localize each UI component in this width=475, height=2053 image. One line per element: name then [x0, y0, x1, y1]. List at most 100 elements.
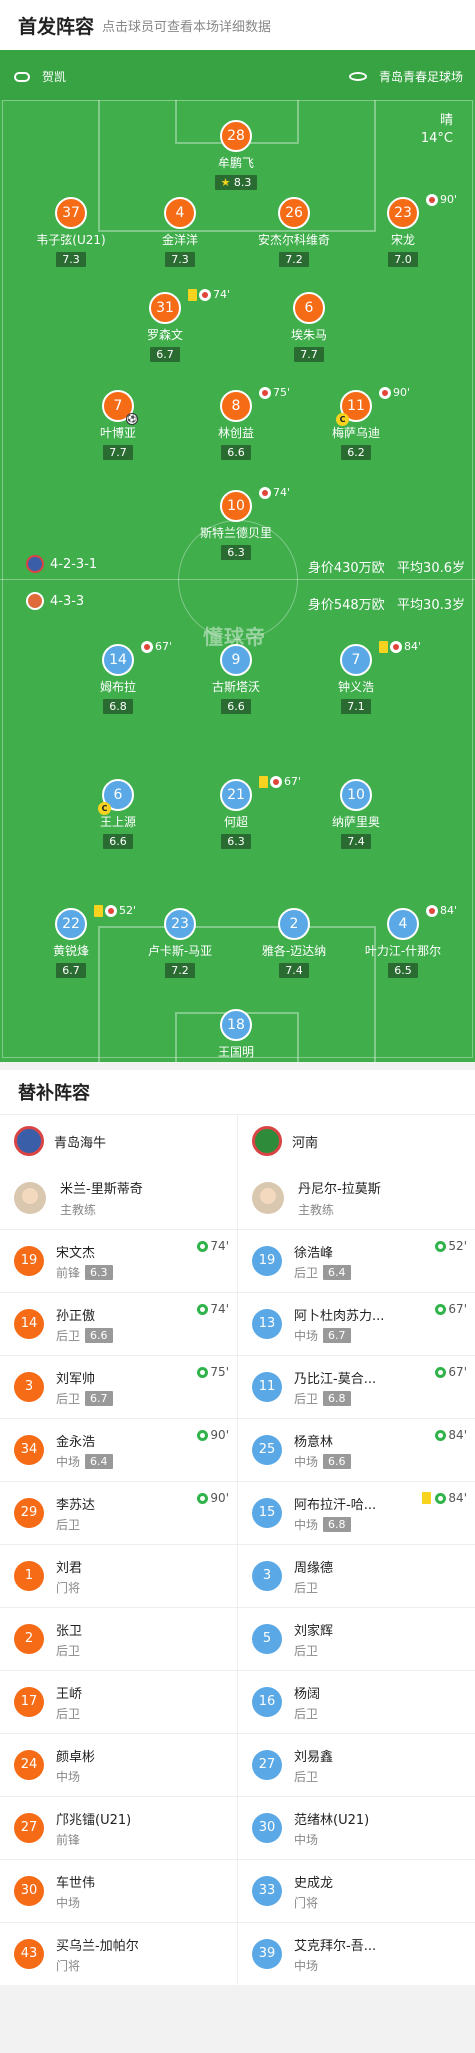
- sub-player-row[interactable]: 5 刘家辉 后卫: [238, 1607, 475, 1670]
- sub-player-row[interactable]: 15 阿布拉汗-哈... 中场 6.8 84': [238, 1481, 475, 1544]
- player-number: 31: [156, 300, 174, 316]
- sub-player-row[interactable]: 14 孙正傲 后卫 6.6 74': [0, 1292, 237, 1355]
- substitution-on-icon: [197, 1492, 209, 1504]
- player-number: 11: [347, 398, 365, 414]
- substitution-off-icon: [259, 486, 271, 499]
- player-marker[interactable]: 26 安杰尔科维奇 7.2: [239, 197, 349, 267]
- sub-player-row[interactable]: 39 艾克拜尔-吾... 中场: [238, 1922, 475, 1985]
- player-marker[interactable]: 21 67' 何超 6.3: [181, 775, 301, 849]
- player-rating: 7.7: [294, 347, 324, 362]
- home-subs-team[interactable]: 青岛海牛: [0, 1115, 237, 1167]
- sub-player-row[interactable]: 34 金永浩 中场 6.4 90': [0, 1418, 237, 1481]
- player-name: 斯特兰德贝里: [199, 526, 272, 540]
- player-rating: 7.7: [103, 445, 133, 460]
- player-marker[interactable]: 18王国明6.2: [181, 1009, 291, 1062]
- sub-number-circle: 25: [252, 1435, 282, 1465]
- player-number-circle: 9: [220, 644, 252, 676]
- star-icon: ★: [220, 176, 234, 189]
- sub-on-time: 84': [422, 1491, 467, 1505]
- player-marker[interactable]: 4 84' 叶力江-什那尔 6.5: [348, 904, 458, 978]
- sub-player-row[interactable]: 24 颜卓彬 中场: [0, 1733, 237, 1796]
- player-marker[interactable]: 37 韦子弦(U21) 7.3: [16, 197, 126, 267]
- sub-player-row[interactable]: 3 周缘德 后卫: [238, 1544, 475, 1607]
- player-marker[interactable]: 10 纳萨里奥 7.4: [301, 779, 411, 849]
- sub-position-text: 后卫: [294, 1643, 319, 1658]
- sub-player-row[interactable]: 13 阿卜杜肉苏力... 中场 6.7 67': [238, 1292, 475, 1355]
- sub-player-row[interactable]: 25 杨意林 中场 6.6 84': [238, 1418, 475, 1481]
- player-number-circle: 7: [340, 644, 372, 676]
- coach-avatar: [252, 1182, 284, 1214]
- sub-player-row[interactable]: 17 王峤 后卫: [0, 1670, 237, 1733]
- player-name: 黄锐烽: [52, 944, 89, 958]
- sub-player-row[interactable]: 2 张卫 后卫: [0, 1607, 237, 1670]
- player-marker[interactable]: 4 金洋洋 7.3: [125, 197, 235, 267]
- sub-position: 后卫 6.8: [294, 1390, 376, 1407]
- substitution-on-icon: [435, 1240, 447, 1252]
- player-marker[interactable]: 23 90' 宋龙 7.0: [348, 193, 458, 267]
- stadium-icon: [348, 72, 367, 81]
- rating-value: 8.3: [233, 176, 252, 189]
- away-coach[interactable]: 丹尼尔-拉莫斯 主教练: [238, 1167, 475, 1229]
- sub-player-row[interactable]: 30 车世伟 中场: [0, 1859, 237, 1922]
- player-marker[interactable]: 7 84' 钟义浩 7.1: [301, 640, 421, 714]
- player-marker[interactable]: 6 埃朱马 7.7: [254, 292, 364, 362]
- sub-player-name: 宋文杰: [56, 1245, 96, 1261]
- sub-player-row[interactable]: 11 乃比江-莫合... 后卫 6.8 67': [238, 1355, 475, 1418]
- substitution-off-icon: [426, 193, 438, 206]
- yellow-card-icon: [422, 1492, 432, 1504]
- home-coach[interactable]: 米兰-里斯蒂奇 主教练: [0, 1167, 237, 1229]
- player-marker[interactable]: 9 古斯塔沃 6.6: [181, 644, 291, 714]
- sub-player-row[interactable]: 29 李苏达 后卫 90': [0, 1481, 237, 1544]
- sub-player-row[interactable]: 30 范绪林(U21) 中场: [238, 1796, 475, 1859]
- sub-on-time: 74': [197, 1239, 229, 1253]
- sub-info: 宋文杰 前锋 6.3: [56, 1242, 113, 1281]
- sub-player-row[interactable]: 1 刘君 门将: [0, 1544, 237, 1607]
- away-subs-team[interactable]: 河南: [238, 1115, 475, 1167]
- sub-player-row[interactable]: 27 邝兆镭(U21) 前锋: [0, 1796, 237, 1859]
- sub-player-name: 范绪林(U21): [294, 1812, 370, 1828]
- sub-info: 刘君 门将: [56, 1557, 82, 1596]
- yellow-card-icon: [379, 640, 388, 653]
- player-marker[interactable]: 31 74' 罗森文 6.7: [110, 288, 230, 362]
- sub-player-row[interactable]: 3 刘军帅 后卫 6.7 75': [0, 1355, 237, 1418]
- sub-time-text: 75': [210, 1365, 229, 1379]
- sub-player-row[interactable]: 19 徐浩峰 后卫 6.4 52': [238, 1229, 475, 1292]
- player-marker[interactable]: 7 ⚽ 叶博亚 7.7: [63, 390, 173, 460]
- sub-time-text: 67': [448, 1365, 467, 1379]
- event-time: 84': [440, 904, 458, 917]
- player-marker[interactable]: 28 牟鹏飞 ★ 8.3: [181, 120, 291, 190]
- player-rating: 7.4: [279, 963, 309, 978]
- sub-info: 颜卓彬 中场: [56, 1746, 95, 1785]
- player-marker[interactable]: 11 C 90' 梅萨乌迪 6.2: [301, 386, 411, 460]
- sub-player-row[interactable]: 19 宋文杰 前锋 6.3 74': [0, 1229, 237, 1292]
- sub-player-row[interactable]: 43 买乌兰-加帕尔 门将: [0, 1922, 237, 1985]
- substitution-on-icon: [197, 1303, 209, 1315]
- sub-number-circle: 27: [14, 1813, 44, 1843]
- rating-value: 7.0: [394, 253, 412, 266]
- sub-position: 门将: [56, 1579, 82, 1596]
- player-marker[interactable]: 2 雅各-迈达纳 7.4: [239, 908, 349, 978]
- player-marker[interactable]: 8 75' 林创益 6.6: [181, 386, 291, 460]
- sub-position: 后卫 6.7: [56, 1390, 113, 1407]
- player-marker[interactable]: 22 52' 黄锐烽 6.7: [16, 904, 136, 978]
- sub-number-circle: 29: [14, 1498, 44, 1528]
- sub-player-name: 买乌兰-加帕尔: [56, 1938, 139, 1954]
- sub-number-circle: 14: [14, 1309, 44, 1339]
- sub-number-circle: 16: [252, 1687, 282, 1717]
- sub-info: 李苏达 后卫: [56, 1494, 95, 1533]
- player-marker[interactable]: 14 67' 姆布拉 6.8: [63, 640, 173, 714]
- sub-player-name: 周缘德: [294, 1560, 334, 1576]
- sub-player-row[interactable]: 16 杨阔 后卫: [238, 1670, 475, 1733]
- sub-player-row[interactable]: 33 史成龙 门将: [238, 1859, 475, 1922]
- player-marker[interactable]: 6 C 王上源 6.6: [63, 779, 173, 849]
- substitutes-section: 替补阵容 青岛海牛 米兰-里斯蒂奇 主教练 19 宋文杰 前锋 6.3 74' 14 孙正傲…: [0, 1062, 475, 1985]
- player-marker[interactable]: 10 74' 斯特兰德贝里 6.3: [181, 486, 291, 560]
- sub-player-row[interactable]: 27 刘易鑫 后卫: [238, 1733, 475, 1796]
- player-marker[interactable]: 23 卢卡斯-马亚 7.2: [125, 908, 235, 978]
- temperature-text: 14°C: [420, 131, 453, 146]
- substitution-on-icon: [435, 1303, 447, 1315]
- player-rating: 6.5: [388, 963, 418, 978]
- sub-position: 门将: [294, 1894, 333, 1911]
- player-number-circle: 28: [220, 120, 252, 152]
- sub-position-text: 后卫: [56, 1706, 81, 1721]
